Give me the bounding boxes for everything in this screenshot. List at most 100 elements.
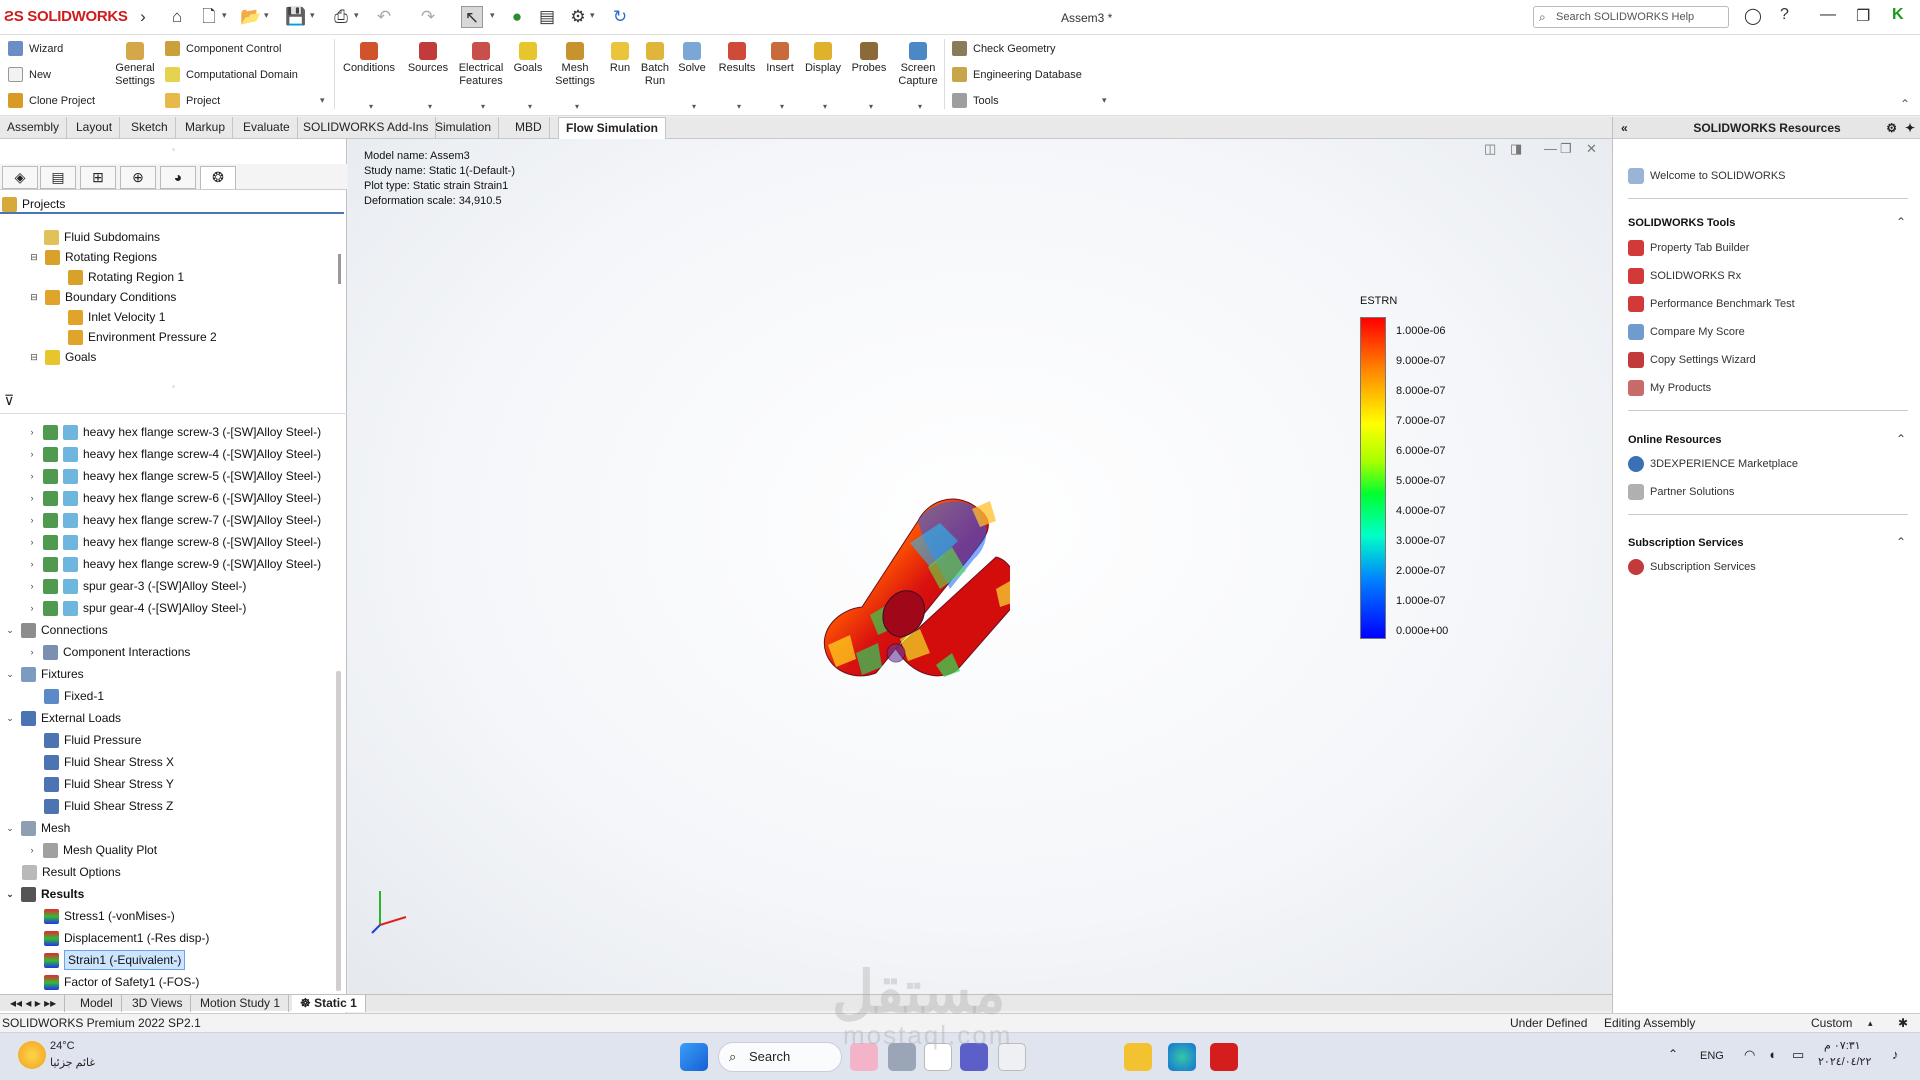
select-dropdown-icon[interactable]: ▾ bbox=[490, 10, 495, 21]
computational-domain-button[interactable]: Computational Domain bbox=[165, 67, 298, 82]
display-button[interactable]: Display ▾ bbox=[801, 42, 845, 111]
my-products-link[interactable]: My Products bbox=[1628, 380, 1711, 396]
collapse-toggle-icon[interactable]: ⊟ bbox=[28, 348, 40, 366]
tab-evaluate[interactable]: Evaluate bbox=[236, 117, 298, 139]
tree-item-environment-pressure-2[interactable]: Environment Pressure 2 bbox=[68, 328, 217, 346]
pane-settings-icon[interactable]: ⚙ bbox=[1886, 117, 1897, 139]
collapse-section-icon[interactable]: ⌃ bbox=[1896, 535, 1906, 549]
tree-scrollbar[interactable] bbox=[336, 671, 341, 991]
solve-button[interactable]: Solve ▾ bbox=[675, 42, 709, 111]
collapse-toggle-icon[interactable]: ⊟ bbox=[28, 288, 40, 306]
home-icon[interactable]: ⌂ bbox=[166, 6, 188, 28]
compare-my-score-link[interactable]: Compare My Score bbox=[1628, 324, 1745, 340]
split-view-icon[interactable]: ◨ bbox=[1510, 141, 1522, 157]
tree-item-part[interactable]: › heavy hex flange screw-8 (-[SW]Alloy St… bbox=[26, 533, 321, 551]
tree-item-component-interactions[interactable]: › Component Interactions bbox=[26, 643, 190, 661]
solidworks-rx-link[interactable]: SOLIDWORKS Rx bbox=[1628, 268, 1741, 284]
electrical-features-button[interactable]: Electrical Features ▾ bbox=[455, 42, 507, 111]
check-geometry-button[interactable]: Check Geometry bbox=[952, 41, 1056, 56]
goals-button[interactable]: Goals ▾ bbox=[510, 42, 546, 111]
notification-bell-icon[interactable]: ♪ bbox=[1892, 1047, 1899, 1062]
copy-settings-wizard-link[interactable]: Copy Settings Wizard bbox=[1628, 352, 1756, 368]
expand-toggle-icon[interactable]: › bbox=[26, 467, 38, 485]
battery-icon[interactable]: ▭ bbox=[1792, 1047, 1804, 1063]
tree-item-part[interactable]: › spur gear-3 (-[SW]Alloy Steel-) bbox=[26, 577, 246, 595]
tree-item-part[interactable]: › heavy hex flange screw-4 (-[SW]Alloy St… bbox=[26, 445, 321, 463]
tree-item-strain1[interactable]: Strain1 (-Equivalent-) bbox=[44, 950, 186, 970]
tree-item-part[interactable]: › heavy hex flange screw-9 (-[SW]Alloy St… bbox=[26, 555, 321, 573]
expand-toggle-icon[interactable]: › bbox=[26, 555, 38, 573]
collapse-section-icon[interactable]: ⌃ bbox=[1896, 432, 1906, 446]
tree-item-results[interactable]: ⌄ Results bbox=[4, 885, 84, 903]
tree-item-result-options[interactable]: Result Options bbox=[22, 863, 121, 881]
print-icon[interactable]: ⎙ bbox=[330, 6, 352, 28]
panel-splitter-handle[interactable]: ◦ bbox=[0, 382, 347, 391]
collapse-section-icon[interactable]: ⌃ bbox=[1896, 215, 1906, 229]
expand-toggle-icon[interactable]: › bbox=[26, 511, 38, 529]
options-gear-icon[interactable]: ⚙ bbox=[567, 6, 589, 28]
tab-markup[interactable]: Markup bbox=[178, 117, 234, 139]
tree-filter[interactable]: ⊽ bbox=[0, 392, 347, 414]
3dexperience-marketplace-link[interactable]: 3DEXPERIENCE Marketplace bbox=[1628, 456, 1798, 472]
tree-item-connections[interactable]: ⌄ Connections bbox=[4, 621, 108, 639]
traffic-light-icon[interactable]: ● bbox=[506, 6, 528, 28]
tab-assembly[interactable]: Assembly bbox=[0, 117, 68, 139]
partner-solutions-link[interactable]: Partner Solutions bbox=[1628, 484, 1734, 500]
solidworks-taskbar-icon[interactable] bbox=[1210, 1043, 1238, 1071]
tree-item-part[interactable]: › heavy hex flange screw-6 (-[SW]Alloy St… bbox=[26, 489, 321, 507]
dimxpert-tab[interactable]: ⊕ bbox=[120, 166, 156, 189]
viewport-minimize-icon[interactable]: — bbox=[1544, 141, 1557, 156]
collapse-toggle-icon[interactable]: ⌄ bbox=[4, 621, 16, 639]
status-settings-icon[interactable]: ✱ bbox=[1898, 1014, 1908, 1032]
property-manager-tab[interactable]: ▤ bbox=[40, 166, 76, 189]
tab-layout[interactable]: Layout bbox=[69, 117, 121, 139]
units-selector[interactable]: Custom bbox=[1811, 1014, 1852, 1032]
sources-button[interactable]: Sources ▾ bbox=[404, 42, 452, 111]
display-manager-tab[interactable]: ◕ bbox=[160, 166, 196, 189]
start-icon[interactable] bbox=[680, 1043, 708, 1071]
nav-arrows[interactable]: ◂◂ ◂ ▸ ▸▸ bbox=[2, 995, 66, 1012]
panel-splitter-handle[interactable]: ◦ bbox=[0, 145, 347, 154]
conditions-button[interactable]: Conditions ▾ bbox=[342, 42, 396, 111]
run-button[interactable]: Run bbox=[603, 42, 637, 75]
network-icon[interactable]: ◠ bbox=[1744, 1047, 1755, 1063]
tree-item-part[interactable]: › heavy hex flange screw-5 (-[SW]Alloy St… bbox=[26, 467, 321, 485]
tree-item-part[interactable]: › spur gear-4 (-[SW]Alloy Steel-) bbox=[26, 599, 246, 617]
tools-dropdown-icon[interactable]: ▾ bbox=[1102, 95, 1107, 106]
collapse-toggle-icon[interactable]: ⊟ bbox=[28, 248, 40, 266]
engineering-database-button[interactable]: Engineering Database bbox=[952, 67, 1082, 82]
performance-benchmark-link[interactable]: Performance Benchmark Test bbox=[1628, 296, 1795, 312]
volume-icon[interactable]: ◖ bbox=[1768, 1047, 1776, 1062]
collapse-ribbon-icon[interactable]: ⌃ bbox=[1900, 97, 1910, 111]
rebuild-icon[interactable]: ↻ bbox=[609, 6, 631, 28]
expand-toggle-icon[interactable]: › bbox=[26, 643, 38, 661]
k7-app-icon[interactable]: K bbox=[1892, 6, 1904, 24]
expand-toggle-icon[interactable]: › bbox=[26, 841, 38, 859]
batch-run-button[interactable]: Batch Run bbox=[638, 42, 672, 88]
expand-toggle-icon[interactable]: › bbox=[26, 533, 38, 551]
tree-item-boundary-conditions[interactable]: ⊟ Boundary Conditions bbox=[28, 288, 176, 306]
tree-item-fixed-1[interactable]: Fixed-1 bbox=[44, 687, 104, 705]
viewport-close-icon[interactable]: ✕ bbox=[1586, 141, 1597, 157]
project-dropdown-icon[interactable]: ▾ bbox=[320, 95, 325, 106]
pin-icon[interactable]: ✦ bbox=[1905, 117, 1915, 139]
tab-flow-simulation[interactable]: Flow Simulation bbox=[558, 117, 666, 139]
tab-mbd[interactable]: MBD bbox=[508, 117, 550, 139]
new-document-icon[interactable]: 🗋 bbox=[198, 6, 220, 28]
open-folder-icon[interactable]: 📂 bbox=[240, 6, 262, 28]
component-control-button[interactable]: Component Control bbox=[165, 41, 281, 56]
expand-toggle-icon[interactable]: › bbox=[26, 423, 38, 441]
tab-simulation[interactable]: Simulation bbox=[428, 117, 500, 139]
collapse-toggle-icon[interactable]: ⌄ bbox=[4, 819, 16, 837]
subscription-services-link[interactable]: Subscription Services bbox=[1628, 559, 1756, 575]
help-search-input[interactable]: ⌕ Search SOLIDWORKS Help bbox=[1533, 6, 1729, 28]
tree-item-factor-of-safety1[interactable]: Factor of Safety1 (-FOS-) bbox=[44, 973, 199, 991]
solidworks-logo[interactable]: ƧS SOLIDWORKS bbox=[4, 8, 128, 25]
save-dropdown-icon[interactable]: ▾ bbox=[310, 10, 315, 21]
account-icon[interactable]: ◯ bbox=[1744, 6, 1762, 26]
welcome-link[interactable]: Welcome to SOLIDWORKS bbox=[1628, 168, 1786, 184]
results-button[interactable]: Results ▾ bbox=[715, 42, 759, 111]
property-tab-builder-link[interactable]: Property Tab Builder bbox=[1628, 240, 1749, 256]
screen-capture-button[interactable]: Screen Capture ▾ bbox=[893, 42, 943, 111]
insert-button[interactable]: Insert ▾ bbox=[761, 42, 799, 111]
